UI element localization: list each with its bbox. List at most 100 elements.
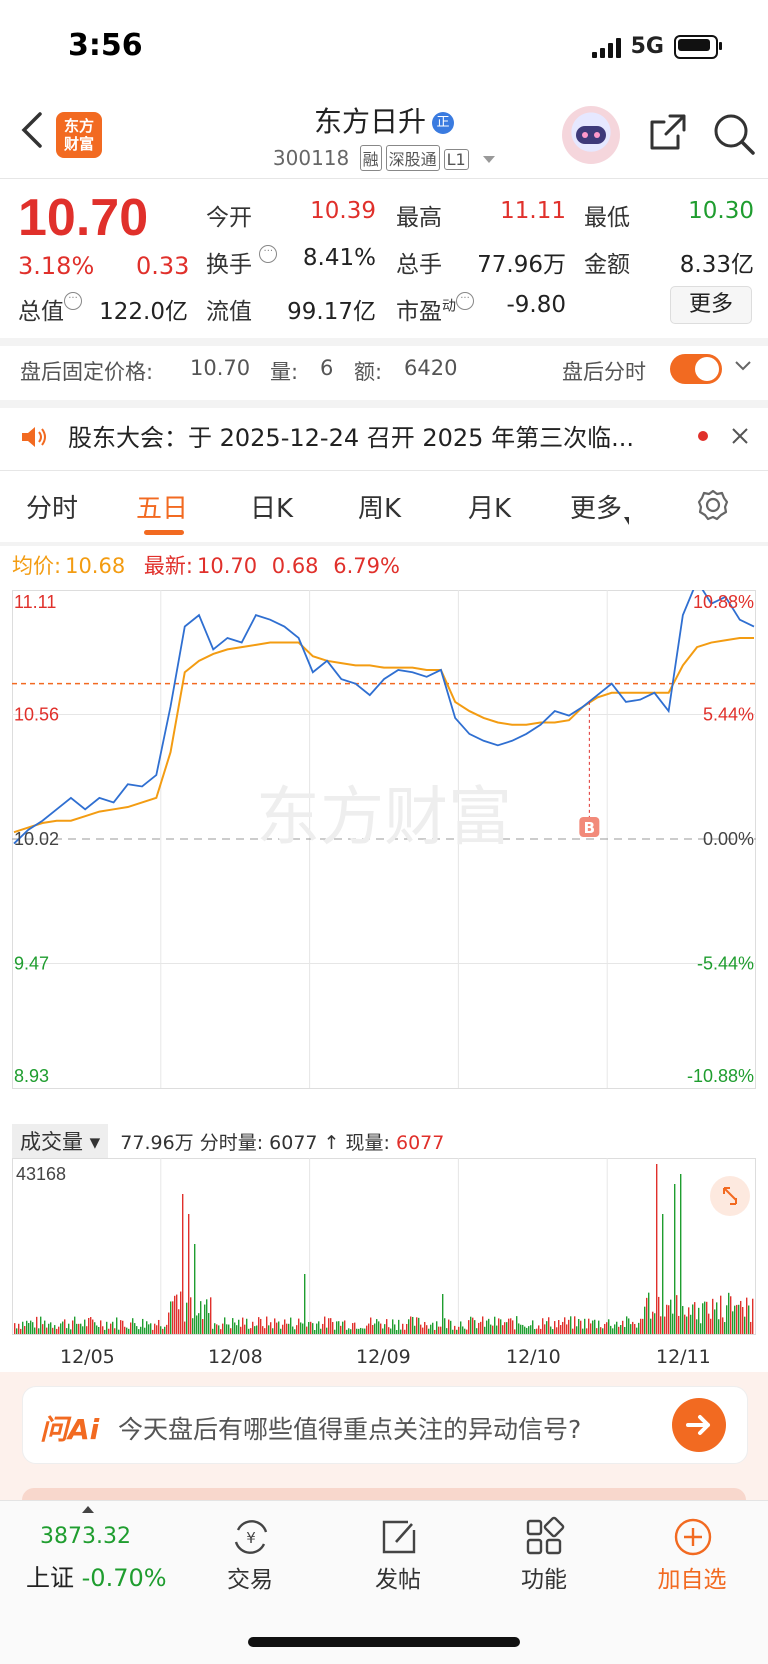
volume-bar [230,1328,232,1334]
trade-icon[interactable]: ¥ [230,1516,272,1558]
volume-bar [322,1323,324,1334]
tab-intraday[interactable]: 分时 [26,488,78,525]
chevron-down-icon [483,156,496,163]
volume-bar [176,1294,178,1334]
share-icon[interactable] [648,112,688,152]
volume-bar [380,1323,382,1334]
volume-bar [252,1321,254,1334]
nav-functions[interactable]: 功能 [494,1560,594,1594]
more-dots-icon[interactable]: ··· [259,245,278,263]
search-icon[interactable] [712,112,756,156]
volume-bar [480,1321,482,1334]
after-hours-amt: 6420 [404,356,458,380]
index-value[interactable]: 3873.32 [40,1524,131,1549]
volume-bar [394,1324,396,1334]
volume-bar [280,1328,282,1334]
nav-post[interactable]: 发帖 [348,1560,448,1594]
after-hours-toggle[interactable] [670,354,722,384]
volume-bar [330,1318,332,1334]
volume-bar [376,1319,378,1334]
volume-bar [288,1323,290,1334]
index-name[interactable]: 上证 -0.70% [26,1558,167,1593]
volume-bar [150,1323,152,1334]
volume-bar [692,1304,694,1334]
volume-bar [50,1322,52,1334]
add-circle-icon[interactable] [672,1516,714,1558]
volume-bar [52,1327,54,1334]
volume-bar [402,1323,404,1334]
volume-bar [98,1326,100,1334]
volume-bar [434,1329,436,1334]
volume-bar [212,1328,214,1334]
volume-bar [200,1301,202,1334]
volume-bar [462,1326,464,1334]
tab-five-day[interactable]: 五日 [136,488,188,525]
y-tick-left: 10.56 [14,705,59,725]
more-dots-icon[interactable]: ··· [64,292,82,310]
volume-bar [334,1329,336,1334]
after-hours-label: 盘后固定价格: [20,360,154,384]
volume-bar [340,1325,342,1334]
volume-bar [266,1316,268,1334]
volume-bar [346,1329,348,1334]
volume-bar [522,1324,524,1334]
five-day-price-chart[interactable]: 东方财富 B 11.11 10.56 10.02 9.47 8.93 10.88% 5.44% 0… [12,590,756,1120]
volume-indicator-select[interactable]: 成交量 ▾ [12,1124,109,1158]
volume-bar [630,1324,632,1334]
volume-bar [650,1318,652,1334]
tab-weekly-k[interactable]: 周K [358,488,401,525]
grid-icon[interactable] [524,1516,566,1558]
ai-prompt[interactable]: 今天盘后有哪些值得重点关注的异动信号? [118,1410,581,1446]
ai-robot-avatar[interactable] [562,106,620,164]
volume-bar [584,1318,586,1334]
volume-bar [62,1321,64,1334]
nav-add-watchlist[interactable]: 加自选 [642,1560,742,1594]
close-icon[interactable] [730,426,750,446]
compose-icon[interactable] [378,1516,420,1558]
volume-bar [296,1325,298,1334]
section-gap [0,400,768,408]
volume-bar [92,1319,94,1334]
volume-bar [704,1301,706,1334]
volume-bar [428,1328,430,1334]
more-button[interactable]: 更多 [670,286,752,324]
volume-bar [724,1322,726,1334]
volume-bar [38,1328,40,1334]
volume-bar [694,1302,696,1334]
volume-bar [348,1328,350,1334]
volume-bar [696,1319,698,1334]
volume-bar [246,1318,248,1334]
volume-bar [88,1317,90,1334]
gear-icon[interactable] [696,488,730,522]
after-hours-vol-label: 量: [270,360,299,384]
volume-bar [74,1316,76,1334]
volume-bar [488,1318,490,1334]
volume-bar [560,1325,562,1334]
nav-trade[interactable]: 交易 [200,1560,300,1594]
volume-bar [590,1323,592,1334]
expand-up-icon[interactable] [82,1506,94,1513]
volume-bar [32,1322,34,1334]
volume-bar [430,1324,432,1334]
tab-daily-k[interactable]: 日K [250,488,293,525]
notice-text[interactable]: 股东大会：于 2025-12-24 召开 2025 年第三次临... [68,418,658,453]
volume-bar [414,1325,416,1334]
more-dots-icon[interactable]: ··· [456,292,474,310]
volume-bar [634,1323,636,1334]
volume-bar [216,1324,218,1334]
volume-bar [170,1301,172,1334]
chevron-down-icon[interactable] [734,360,752,372]
volume-bar [618,1326,620,1334]
volume-bar [450,1320,452,1334]
tab-more[interactable]: 更多 [570,488,630,525]
volume-chart[interactable]: 43168 [12,1158,756,1342]
volume-bar [680,1174,682,1334]
volume-bar [306,1326,308,1334]
volume-bar [132,1318,134,1334]
y-tick-left: 9.47 [14,954,49,974]
tab-monthly-k[interactable]: 月K [468,488,511,525]
expand-icon[interactable] [710,1176,750,1216]
volume-bar [228,1324,230,1334]
ai-submit-button[interactable] [672,1398,726,1452]
turnover-label: 换手 ··· [206,245,278,279]
